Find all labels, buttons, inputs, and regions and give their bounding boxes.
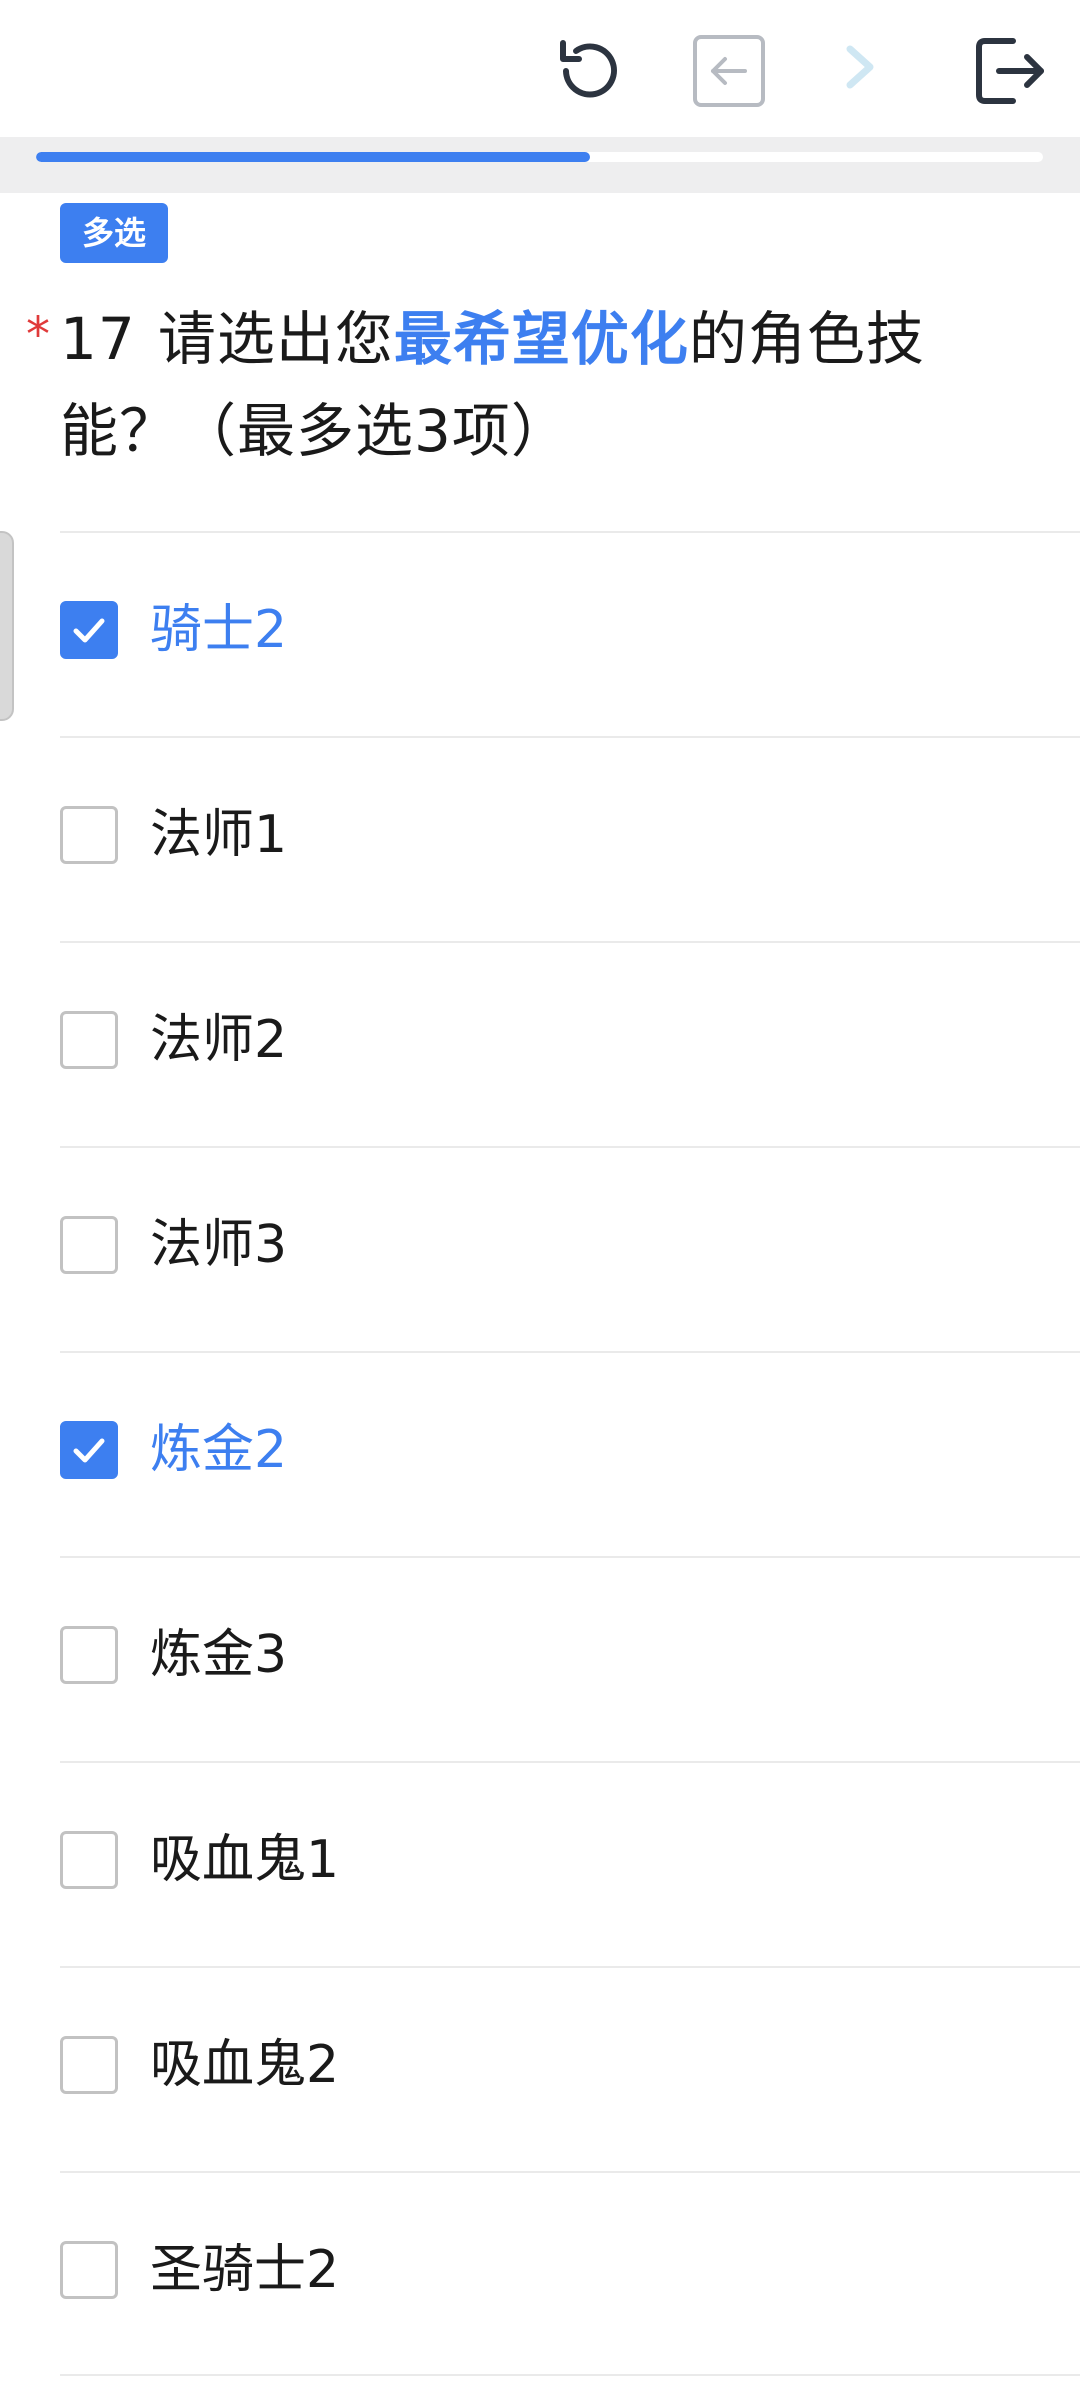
checkbox[interactable] — [60, 2036, 118, 2094]
checkbox[interactable] — [60, 1626, 118, 1684]
previous-button[interactable] — [686, 28, 772, 114]
exit-icon — [976, 38, 1044, 104]
forward-icon — [846, 45, 874, 89]
side-drawer-handle[interactable] — [0, 531, 14, 721]
question-number: 17 — [60, 305, 136, 373]
option-label: 炼金2 — [150, 1420, 288, 1480]
checkbox[interactable] — [60, 1831, 118, 1889]
option-label: 法师2 — [150, 1010, 288, 1070]
progress-bar — [36, 152, 1043, 162]
back-icon — [693, 35, 765, 107]
checkbox[interactable] — [60, 1421, 118, 1479]
top-toolbar — [0, 0, 1080, 137]
option-item[interactable]: 法师2 — [60, 941, 1080, 1146]
refresh-icon — [560, 40, 617, 98]
question-type-badge: 多选 — [60, 203, 169, 263]
progress-area — [0, 137, 1080, 193]
option-label: 炼金3 — [150, 1625, 288, 1685]
checkbox[interactable] — [60, 2241, 118, 2299]
checkbox[interactable] — [60, 601, 118, 659]
required-mark: * — [26, 307, 50, 363]
option-label: 圣骑士2 — [150, 2240, 340, 2300]
checkbox[interactable] — [60, 1216, 118, 1274]
progress-fill — [36, 152, 590, 162]
option-label: 吸血鬼1 — [150, 1830, 340, 1890]
checkbox[interactable] — [60, 806, 118, 864]
refresh-button[interactable] — [547, 28, 633, 114]
option-item[interactable]: 吸血鬼1 — [60, 1761, 1080, 1966]
option-item[interactable]: 法师1 — [60, 736, 1080, 941]
option-item[interactable]: 圣骑士2 — [60, 2171, 1080, 2376]
question-card: 多选 * 17 请选出您最希望优化的角色技能？（最多选3项） 骑士2 法师1 法师… — [0, 193, 1080, 2400]
option-item[interactable]: 骑士2 — [60, 531, 1080, 736]
question-text-before: 请选出您 — [157, 305, 394, 373]
checkmark-icon — [73, 1438, 105, 1463]
checkbox[interactable] — [60, 1011, 118, 1069]
option-label: 骑士2 — [150, 600, 288, 660]
option-item[interactable]: 炼金2 — [60, 1351, 1080, 1556]
question-title: 17 请选出您最希望优化的角色技能？（最多选3项） — [60, 293, 1020, 477]
question-text-highlight: 最希望优化 — [393, 305, 689, 373]
option-label: 法师3 — [150, 1215, 288, 1275]
option-item[interactable]: 炼金3 — [60, 1556, 1080, 1761]
option-label: 吸血鬼2 — [150, 2035, 340, 2095]
next-button[interactable] — [815, 28, 901, 114]
exit-button[interactable] — [966, 28, 1052, 114]
checkmark-icon — [73, 618, 105, 643]
option-list: 骑士2 法师1 法师2 法师3 炼金2 炼金3 吸血鬼1 吸血鬼2 圣骑士2 — [60, 531, 1080, 2376]
option-label: 法师1 — [150, 805, 288, 865]
option-item[interactable]: 法师3 — [60, 1146, 1080, 1351]
option-item[interactable]: 吸血鬼2 — [60, 1966, 1080, 2171]
